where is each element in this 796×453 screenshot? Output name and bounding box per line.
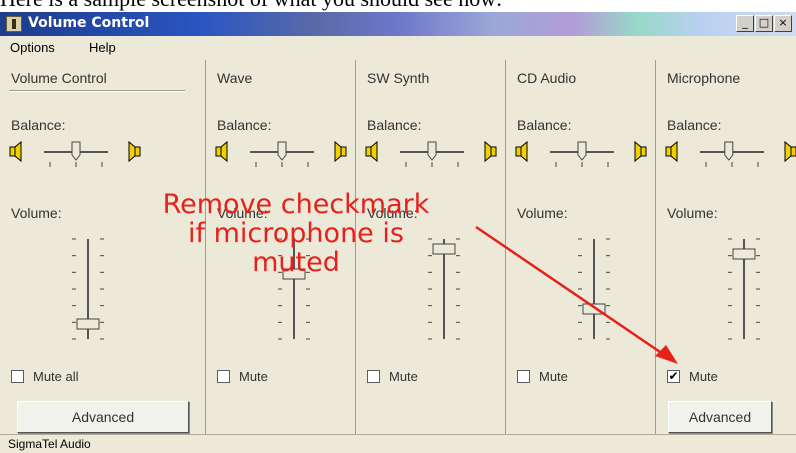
checkbox-box[interactable]	[11, 370, 24, 383]
mute-all-label: Mute all	[33, 369, 79, 384]
checkbox-box[interactable]: ✔	[667, 370, 680, 383]
balance-slider[interactable]	[514, 140, 648, 170]
volume-slider[interactable]	[718, 235, 770, 347]
balance-label: Balance:	[217, 117, 272, 133]
volume-slider-graphic	[728, 238, 760, 340]
right-speaker-icon	[484, 140, 497, 163]
mute-label: Mute	[689, 369, 718, 384]
balance-label: Balance:	[667, 117, 722, 133]
volume-thumb	[282, 268, 306, 280]
maximize-button[interactable]: □	[755, 15, 773, 32]
balance-label: Balance:	[367, 117, 422, 133]
balance-slider[interactable]	[214, 140, 348, 170]
mute-label: Mute	[389, 369, 418, 384]
balance-slider-graphic	[215, 140, 347, 167]
channel-title: Microphone	[667, 70, 741, 86]
balance-label: Balance:	[517, 117, 572, 133]
mute-label: Mute	[239, 369, 268, 384]
advanced-button[interactable]: Advanced	[17, 401, 189, 433]
volume-slider-graphic	[428, 238, 460, 340]
volume-thumb	[432, 243, 456, 255]
right-speaker-icon	[634, 140, 647, 163]
volume-label: Volume:	[517, 205, 568, 221]
channel-title: Volume Control	[11, 70, 107, 86]
volume-slider[interactable]	[568, 235, 620, 347]
balance-slider-graphic	[365, 140, 497, 167]
left-speaker-icon	[215, 140, 228, 163]
page-caption: Here is a sample screenshot of what you …	[0, 0, 796, 12]
advanced-button[interactable]: Advanced	[668, 401, 772, 433]
balance-thumb	[427, 141, 437, 161]
volume-slider-graphic	[578, 238, 610, 340]
balance-slider-graphic	[665, 140, 796, 167]
right-speaker-icon	[334, 140, 347, 163]
volume-label: Volume:	[217, 205, 268, 221]
minimize-button[interactable]: _	[736, 15, 754, 32]
checkbox-box[interactable]	[517, 370, 530, 383]
volume-thumb	[582, 303, 606, 315]
status-text: SigmaTel Audio	[8, 437, 91, 451]
balance-slider[interactable]	[664, 140, 796, 170]
balance-slider[interactable]	[8, 140, 142, 170]
channel-title: SW Synth	[367, 70, 430, 86]
balance-slider-graphic	[515, 140, 647, 167]
menu-help[interactable]: Help	[89, 40, 116, 55]
mute-label: Mute	[539, 369, 568, 384]
volume-thumb	[76, 318, 100, 330]
volume-label: Volume:	[367, 205, 418, 221]
volume-control-window: Volume Control _ □ × Options Help Volume…	[0, 12, 796, 453]
menu-options[interactable]: Options	[10, 40, 55, 55]
volume-slider[interactable]	[268, 235, 320, 347]
channel-title: Wave	[217, 70, 253, 86]
channel-sw-synth: SW Synth Balance: Volume: Mute	[355, 60, 505, 434]
volume-label: Volume:	[11, 205, 62, 221]
volume-slider[interactable]	[418, 235, 470, 347]
balance-thumb	[71, 141, 81, 161]
volume-slider[interactable]	[62, 235, 114, 347]
checkbox-box[interactable]	[367, 370, 380, 383]
channel-volume-control: Volume Control Balance: Volume: Mute all…	[0, 60, 205, 434]
status-bar: SigmaTel Audio	[0, 434, 796, 453]
left-speaker-icon	[665, 140, 678, 163]
left-speaker-icon	[365, 140, 378, 163]
channel-wave: Wave Balance: Volume: Mute	[205, 60, 355, 434]
balance-thumb	[724, 141, 734, 161]
balance-slider[interactable]	[364, 140, 498, 170]
channel-title: CD Audio	[517, 70, 577, 86]
balance-label: Balance:	[11, 117, 66, 133]
volume-thumb	[732, 248, 756, 260]
right-speaker-icon	[784, 140, 796, 163]
menu-bar: Options Help	[0, 36, 796, 60]
title-bar[interactable]: Volume Control _ □ ×	[0, 12, 796, 36]
left-speaker-icon	[9, 140, 22, 163]
checkbox-box[interactable]	[217, 370, 230, 383]
title-divider	[9, 90, 185, 92]
left-speaker-icon	[515, 140, 528, 163]
balance-thumb	[577, 141, 587, 161]
channel-microphone: Microphone Balance: Volume: ✔ Mute Advan…	[655, 60, 796, 434]
volume-slider-graphic	[72, 238, 104, 340]
right-speaker-icon	[128, 140, 141, 163]
window-title: Volume Control	[28, 15, 150, 31]
close-button[interactable]: ×	[774, 15, 792, 32]
volume-label: Volume:	[667, 205, 718, 221]
speaker-app-icon[interactable]	[6, 16, 22, 32]
channel-cd-audio: CD Audio Balance: Volume: Mute	[505, 60, 655, 434]
balance-thumb	[277, 141, 287, 161]
balance-slider-graphic	[9, 140, 141, 167]
volume-slider-graphic	[278, 238, 310, 340]
